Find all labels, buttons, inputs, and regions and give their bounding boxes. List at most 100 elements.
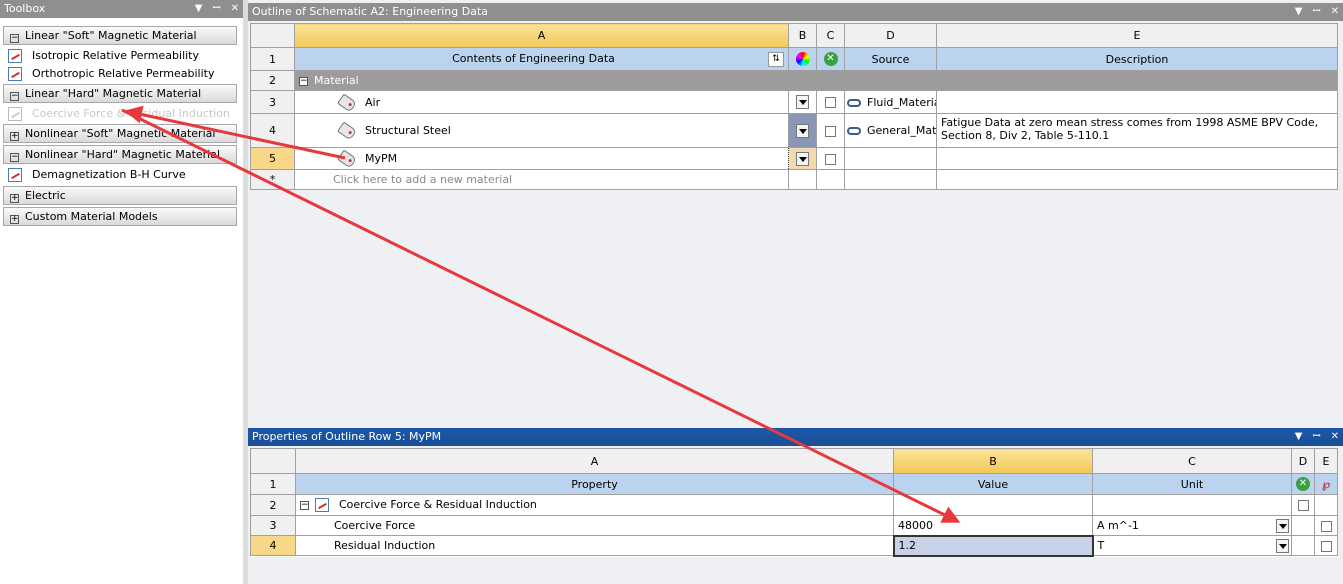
- column-header-b[interactable]: B: [893, 448, 1093, 474]
- outline-title-bar: Outline of Schematic A2: Engineering Dat…: [248, 3, 1343, 21]
- material-property-icon: [8, 168, 22, 182]
- dropdown-button[interactable]: [796, 123, 809, 138]
- category-linear-hard[interactable]: − Linear "Hard" Magnetic Material: [3, 84, 237, 103]
- properties-panel: Properties of Outline Row 5: MyPM ▼ ꟷ ✕ …: [248, 428, 1343, 584]
- pin-icon[interactable]: ꟷ: [212, 0, 220, 18]
- parameter-checkbox[interactable]: [1320, 540, 1332, 552]
- unit-dropdown-button[interactable]: [1276, 519, 1289, 533]
- dropdown-icon[interactable]: ▼: [1295, 428, 1303, 446]
- material-property-icon: [8, 49, 22, 63]
- description-header: Description: [936, 47, 1338, 71]
- residual-induction-value[interactable]: 1.2: [892, 534, 1094, 557]
- collapse-icon[interactable]: −: [10, 92, 19, 101]
- dropdown-button[interactable]: [796, 151, 809, 166]
- suppress-checkbox[interactable]: [825, 97, 836, 108]
- parameter-icon: ℘: [1321, 477, 1331, 491]
- material-property-icon: [315, 498, 329, 512]
- row-number: 4: [250, 113, 295, 148]
- suppress-checkbox[interactable]: [825, 153, 836, 165]
- toolbox-title-bar: Toolbox ▼ ꟷ ✕: [0, 0, 243, 18]
- row-number: 1: [250, 473, 296, 495]
- close-icon[interactable]: ✕: [1331, 3, 1339, 21]
- properties-table: A B C D E 1 Property Value Unit ✕ ℘ 2 − C…: [250, 448, 1338, 557]
- material-tag-icon: [337, 149, 357, 169]
- property-name: Residual Induction: [295, 535, 894, 556]
- close-icon[interactable]: ✕: [1331, 428, 1339, 446]
- suppress-checkbox[interactable]: [825, 125, 836, 137]
- properties-title: Properties of Outline Row 5: MyPM: [252, 430, 442, 443]
- unit-dropdown-button[interactable]: [1276, 539, 1289, 553]
- sort-icon[interactable]: ⇅: [768, 51, 784, 67]
- category-custom-material-models[interactable]: + Custom Material Models: [3, 207, 237, 226]
- unit-select[interactable]: A m^-1: [1092, 515, 1292, 536]
- column-header-c[interactable]: C: [1092, 448, 1292, 474]
- row-number: 3: [250, 515, 296, 536]
- dropdown-icon[interactable]: ▼: [195, 0, 203, 18]
- row-number: 4: [250, 535, 296, 556]
- collapse-icon[interactable]: −: [299, 76, 308, 86]
- collapse-icon[interactable]: −: [10, 153, 19, 162]
- pin-icon[interactable]: ꟷ: [1312, 3, 1320, 21]
- source-cell: General_Mate: [844, 113, 937, 148]
- category-linear-soft[interactable]: − Linear "Soft" Magnetic Material: [3, 26, 237, 45]
- category-nonlinear-hard[interactable]: − Nonlinear "Hard" Magnetic Material: [3, 145, 237, 164]
- column-header-d[interactable]: D: [844, 23, 937, 48]
- suppress-icon: ✕: [823, 52, 838, 66]
- column-header-c[interactable]: C: [816, 23, 845, 48]
- column-header-e[interactable]: E: [1314, 448, 1338, 474]
- column-header-b[interactable]: B: [788, 23, 817, 48]
- suppress-header: ✕: [816, 47, 845, 71]
- column-header-e[interactable]: E: [936, 23, 1338, 48]
- material-property-icon: [8, 67, 22, 81]
- column-header-d[interactable]: D: [1291, 448, 1315, 474]
- row-number: 2: [250, 70, 295, 91]
- row-number: 3: [250, 90, 295, 114]
- material-row-mypm[interactable]: MyPM: [294, 147, 789, 170]
- expand-icon[interactable]: +: [10, 132, 19, 141]
- expand-icon[interactable]: +: [10, 194, 19, 203]
- material-tag-icon: [337, 92, 357, 113]
- toolbox-item-coercive-force[interactable]: Coercive Force & Residual Induction: [8, 105, 230, 123]
- property-name: Coercive Force: [295, 515, 894, 536]
- dropdown-icon[interactable]: ▼: [1295, 3, 1303, 21]
- row-number: 5: [250, 147, 295, 170]
- collapse-icon[interactable]: −: [10, 34, 19, 43]
- link-icon: [847, 127, 861, 135]
- pin-icon[interactable]: ꟷ: [1312, 428, 1320, 446]
- material-tag-icon: [337, 121, 357, 141]
- dropdown-button[interactable]: [796, 95, 809, 109]
- coercive-force-value[interactable]: 48000: [893, 515, 1093, 536]
- color-wheel-icon: [795, 52, 810, 66]
- outline-table: A B C D E 1 Contents of Engineering Data…: [250, 23, 1338, 190]
- category-nonlinear-soft[interactable]: + Nonlinear "Soft" Magnetic Material: [3, 124, 237, 143]
- close-icon[interactable]: ✕: [231, 0, 239, 18]
- material-group-row[interactable]: − Material: [294, 70, 1338, 91]
- link-icon: [847, 98, 861, 107]
- toolbox-item-isotropic[interactable]: Isotropic Relative Permeability: [8, 47, 199, 65]
- row-number: 1: [250, 47, 295, 71]
- collapse-icon[interactable]: −: [300, 500, 309, 510]
- source-cell: [844, 147, 937, 170]
- unit-header: Unit: [1092, 473, 1292, 495]
- unit-select[interactable]: T: [1092, 535, 1292, 556]
- category-electric[interactable]: + Electric: [3, 186, 237, 205]
- property-group-row[interactable]: − Coercive Force & Residual Induction: [295, 494, 894, 516]
- column-header-a[interactable]: A: [294, 23, 789, 48]
- add-material-row[interactable]: Click here to add a new material: [294, 169, 789, 190]
- material-row-air[interactable]: Air: [294, 90, 789, 114]
- outline-title: Outline of Schematic A2: Engineering Dat…: [252, 5, 489, 18]
- toolbox-item-demagnetization[interactable]: Demagnetization B-H Curve: [8, 166, 186, 184]
- column-header-a[interactable]: A: [295, 448, 894, 474]
- parameter-checkbox[interactable]: [1320, 520, 1332, 532]
- description-cell: [936, 90, 1338, 114]
- source-header: Source: [844, 47, 937, 71]
- material-row-structural-steel[interactable]: Structural Steel: [294, 113, 789, 148]
- value-header: Value: [893, 473, 1093, 495]
- properties-title-bar: Properties of Outline Row 5: MyPM ▼ ꟷ ✕: [248, 428, 1343, 446]
- toolbox-item-orthotropic[interactable]: Orthotropic Relative Permeability: [8, 65, 215, 83]
- outline-panel: Outline of Schematic A2: Engineering Dat…: [248, 0, 1343, 425]
- material-property-icon: [8, 107, 22, 121]
- suppress-checkbox[interactable]: [1297, 500, 1309, 511]
- expand-icon[interactable]: +: [10, 215, 19, 224]
- contents-header: Contents of Engineering Data ⇅: [294, 47, 789, 71]
